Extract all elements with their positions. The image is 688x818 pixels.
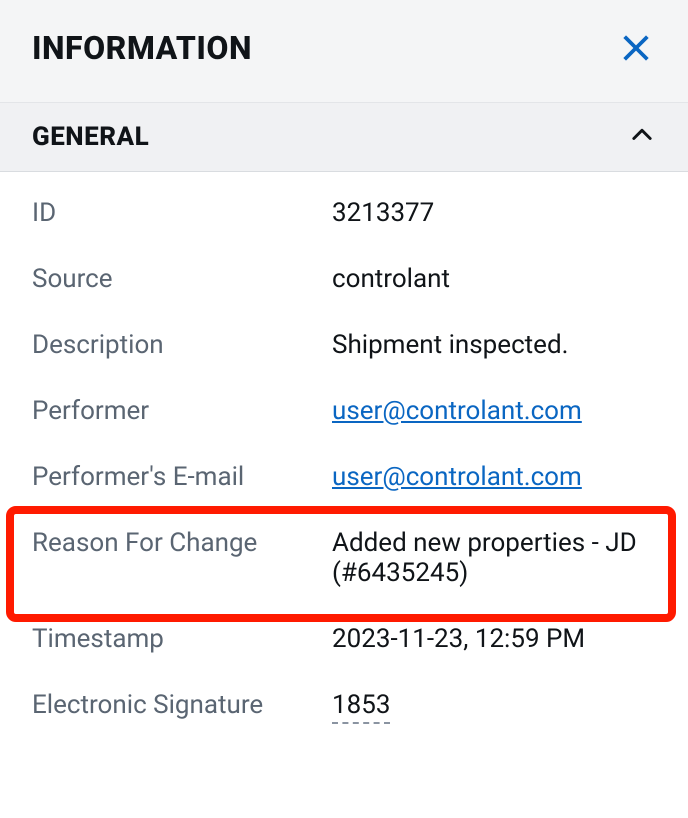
close-button[interactable] <box>616 28 656 68</box>
field-value: controlant <box>332 264 656 294</box>
electronic-signature-value: 1853 <box>332 690 390 724</box>
field-label: Timestamp <box>32 624 332 654</box>
field-row-timestamp: Timestamp 2023-11-23, 12:59 PM <box>0 606 688 672</box>
field-label: Source <box>32 264 332 294</box>
field-row-id: ID 3213377 <box>0 180 688 246</box>
field-row-source: Source controlant <box>0 246 688 312</box>
section-header-general[interactable]: GENERAL <box>0 103 688 172</box>
field-label: Performer's E-mail <box>32 462 332 492</box>
close-icon <box>621 33 651 63</box>
fields-list: ID 3213377 Source controlant Description… <box>0 172 688 738</box>
performer-link[interactable]: user@controlant.com <box>332 396 582 426</box>
panel-title: INFORMATION <box>32 29 252 67</box>
field-value: Added new properties - JD (#6435245) <box>332 528 656 588</box>
field-label: ID <box>32 198 332 228</box>
panel-header: INFORMATION <box>0 0 688 103</box>
field-row-electronic-signature: Electronic Signature 1853 <box>0 672 688 738</box>
field-label: Description <box>32 330 332 360</box>
chevron-up-icon <box>628 121 656 153</box>
field-value: 3213377 <box>332 198 656 228</box>
information-panel: INFORMATION GENERAL ID 3213377 Source co… <box>0 0 688 738</box>
field-value: 1853 <box>332 690 656 720</box>
field-value: user@controlant.com <box>332 462 656 492</box>
field-label: Performer <box>32 396 332 426</box>
performer-email-link[interactable]: user@controlant.com <box>332 462 582 492</box>
field-label: Reason For Change <box>32 528 332 558</box>
field-value: user@controlant.com <box>332 396 656 426</box>
section-title: GENERAL <box>32 122 149 152</box>
field-value: 2023-11-23, 12:59 PM <box>332 624 656 654</box>
field-label: Electronic Signature <box>32 690 332 720</box>
field-row-description: Description Shipment inspected. <box>0 312 688 378</box>
field-value: Shipment inspected. <box>332 330 656 360</box>
field-row-performer-email: Performer's E-mail user@controlant.com <box>0 444 688 510</box>
field-row-performer: Performer user@controlant.com <box>0 378 688 444</box>
field-row-reason-for-change: Reason For Change Added new properties -… <box>0 510 688 606</box>
